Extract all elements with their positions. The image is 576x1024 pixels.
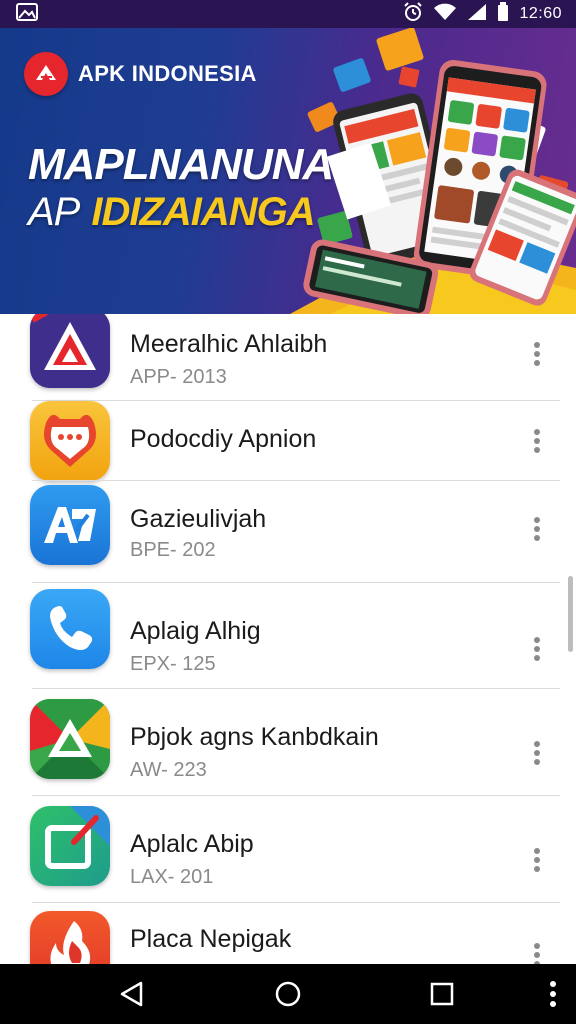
app-row[interactable]: Meeralhic Ahlaibh APP- 2013 — [0, 314, 576, 400]
recents-icon — [430, 982, 454, 1006]
banner-subheadline-highlight: IDIZAIANGA — [91, 190, 315, 234]
app-meta: BPE- 202 — [130, 539, 216, 561]
battery-icon — [497, 1, 509, 27]
brand-name: APK INDONESIA — [78, 61, 257, 86]
status-time: 12:60 — [519, 5, 562, 22]
app-triangle-play-icon — [30, 699, 110, 779]
home-icon — [275, 981, 301, 1007]
app-row[interactable]: Gazieulivjah BPE- 202 — [0, 481, 576, 581]
app-row[interactable]: Aplaig Alhig EPX- 125 — [0, 583, 576, 689]
app-name: Pbjok agns Kanbdkain — [130, 723, 379, 751]
more-vert-icon — [534, 342, 540, 366]
app-meta: APP- 2013 — [130, 366, 227, 388]
more-vert-icon — [534, 517, 540, 541]
app-phone-icon — [30, 589, 110, 669]
menu-button[interactable] — [540, 964, 566, 1024]
banner-subheadline-prefix: AP — [28, 190, 80, 234]
app-row[interactable]: Aplalc Abip LAX- 201 — [0, 796, 576, 902]
wifi-icon — [433, 3, 457, 26]
signal-icon — [467, 3, 487, 26]
banner-subheadline: AP IDIZAIANGA — [28, 190, 316, 235]
more-vert-icon — [534, 943, 540, 964]
app-name: Meeralhic Ahlaibh — [130, 330, 328, 358]
status-bar: 12:60 — [0, 0, 576, 28]
more-vert-icon — [534, 741, 540, 765]
scrollbar[interactable] — [568, 576, 573, 652]
app-name: Aplalc Abip — [130, 830, 254, 858]
more-options-button[interactable] — [522, 509, 552, 549]
back-button[interactable] — [110, 964, 154, 1024]
app-triangle-icon — [30, 314, 110, 388]
app-meta: AW- 223 — [130, 759, 207, 781]
screen: 12:60 APK INDONESIA MAPLNANUNA AP IDIZAIA… — [0, 0, 576, 1024]
app-meta: LAX- 201 — [130, 866, 214, 888]
app-name: Aplaig Alhig — [130, 617, 261, 645]
more-options-button[interactable] — [522, 334, 552, 374]
navigation-bar — [0, 964, 576, 1024]
app-ae-icon — [30, 485, 110, 565]
more-vert-icon — [534, 429, 540, 453]
more-vert-icon — [534, 848, 540, 872]
menu-dots-icon — [550, 981, 556, 1007]
brand: APK INDONESIA — [24, 52, 257, 96]
phones-illustration — [290, 28, 576, 314]
app-row[interactable]: Placa Nepigak — [0, 903, 576, 964]
banner-headline: MAPLNANUNA — [28, 140, 334, 189]
recents-button[interactable] — [420, 964, 464, 1024]
home-button[interactable] — [266, 964, 310, 1024]
app-row[interactable]: Podocdiy Apnion — [0, 401, 576, 481]
status-left — [16, 2, 38, 26]
app-meta: EPX- 125 — [130, 653, 216, 675]
more-options-button[interactable] — [522, 629, 552, 669]
app-row[interactable]: Pbjok agns Kanbdkain AW- 223 — [0, 689, 576, 795]
gallery-icon — [16, 2, 38, 26]
status-right: 12:60 — [403, 1, 562, 27]
more-vert-icon — [534, 637, 540, 661]
app-flame-icon — [30, 911, 110, 964]
app-name: Placa Nepigak — [130, 925, 292, 953]
app-name: Podocdiy Apnion — [130, 425, 317, 453]
more-options-button[interactable] — [522, 421, 552, 461]
app-chat-bubble-icon — [30, 401, 110, 481]
brand-logo-icon — [24, 52, 68, 96]
app-name: Gazieulivjah — [130, 505, 267, 533]
app-square-icon — [30, 806, 110, 886]
back-icon — [120, 981, 143, 1007]
promo-banner[interactable]: APK INDONESIA MAPLNANUNA AP IDIZAIANGA — [0, 28, 576, 314]
more-options-button[interactable] — [522, 733, 552, 773]
more-options-button[interactable] — [522, 935, 552, 964]
alarm-icon — [403, 1, 423, 27]
app-list: Meeralhic Ahlaibh APP- 2013 Podocdiy Apn… — [0, 314, 576, 964]
more-options-button[interactable] — [522, 840, 552, 880]
